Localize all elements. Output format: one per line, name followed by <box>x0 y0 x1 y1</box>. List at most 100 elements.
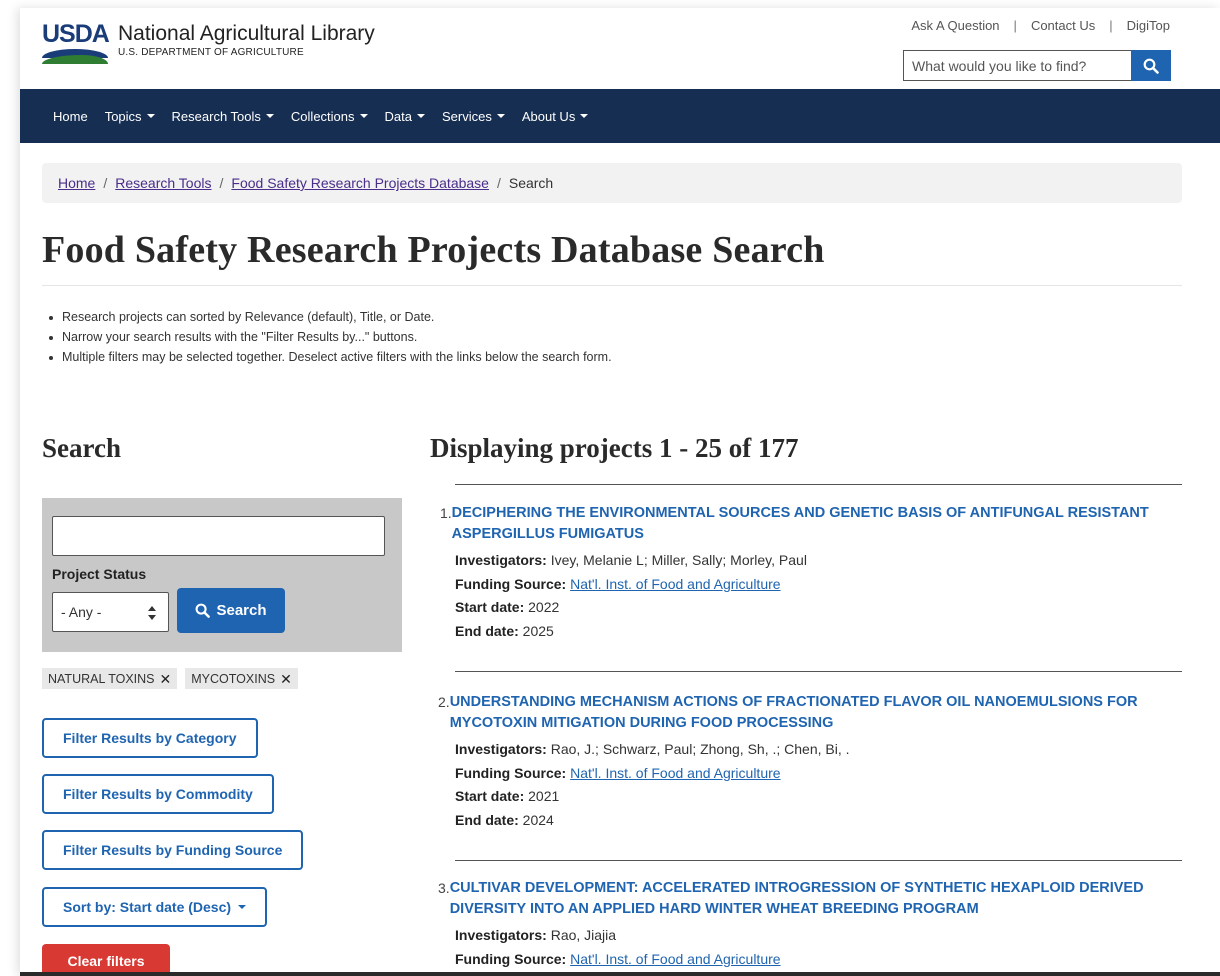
result-title-link[interactable]: Understanding Mechanism Actions of Fract… <box>450 692 1168 734</box>
caret-down-icon <box>146 114 155 118</box>
chip-label: NATURAL TOXINS <box>48 671 155 686</box>
end-date-value: 2024 <box>522 811 554 828</box>
result-item: 3. Cultivar Development: Accelerated Int… <box>438 878 1168 971</box>
result-item: 2. Understanding Mechanism Actions of Fr… <box>438 692 1168 832</box>
breadcrumb-separator: / <box>103 175 108 191</box>
result-number: 1. <box>439 505 452 521</box>
filter-by-funding-source-button[interactable]: Filter Results by Funding Source <box>42 830 304 870</box>
breadcrumb-database[interactable]: Food Safety Research Projects Database <box>231 175 489 191</box>
investigators-value: Rao, J.; Schwarz, Paul; Zhong, Sh, .; Ch… <box>550 741 850 757</box>
nav-label: About Us <box>521 108 576 124</box>
end-date-value: 2025 <box>522 622 554 639</box>
breadcrumb: Home / Research Tools / Food Safety Rese… <box>42 163 1182 203</box>
nav-about-us[interactable]: About Us <box>521 108 589 124</box>
divider: | <box>1109 18 1113 33</box>
contact-us-link[interactable]: Contact Us <box>1031 18 1095 33</box>
keyword-input[interactable] <box>52 516 385 556</box>
instruction-item: Research projects can sorted by Relevanc… <box>48 310 612 324</box>
main-nav: Home Topics Research Tools Collections D… <box>20 89 1220 143</box>
breadcrumb-separator: / <box>496 175 501 191</box>
result-number: 2. <box>438 694 450 710</box>
investigators-value: Ivey, Melanie L; Miller, Sally; Morley, … <box>550 552 807 568</box>
utility-links: Ask A Question | Contact Us | DigiTop <box>911 18 1170 33</box>
result-title-link[interactable]: Deciphering the Environmental Sources an… <box>452 503 1168 545</box>
investigators-label: Investigators: <box>455 927 547 943</box>
sort-by-dropdown[interactable]: Sort by: Start date (Desc) <box>42 887 268 927</box>
nav-data[interactable]: Data <box>385 109 425 124</box>
funding-label: Funding Source: <box>455 764 567 781</box>
divider <box>455 860 1182 861</box>
funding-source-link[interactable]: Nat'l. Inst. of Food and Agriculture <box>570 951 780 967</box>
instruction-item: Multiple filters may be selected togethe… <box>48 350 612 364</box>
divider <box>455 671 1182 672</box>
filter-by-commodity-button[interactable]: Filter Results by Commodity <box>42 774 274 814</box>
chip-label: MYCOTOXINS <box>191 671 276 686</box>
site-search-button[interactable] <box>1131 50 1171 81</box>
breadcrumb-home[interactable]: Home <box>58 175 95 191</box>
nav-services[interactable]: Services <box>442 109 505 124</box>
caret-down-icon <box>496 114 505 118</box>
site-title: National Agricultural Library <box>118 22 375 45</box>
site-search <box>903 50 1171 81</box>
caret-down-icon <box>580 114 589 118</box>
ask-a-question-link[interactable]: Ask A Question <box>911 18 999 33</box>
caret-down-icon <box>238 905 247 909</box>
result-title-link[interactable]: Cultivar Development: Accelerated Introg… <box>450 878 1168 920</box>
sort-label: Sort by: Start date (Desc) <box>63 899 232 915</box>
filter-chip-natural-toxins[interactable]: NATURAL TOXINS ✕ <box>42 668 178 689</box>
nal-logo[interactable]: USDA National Agricultural Library U.S. … <box>42 22 375 66</box>
select-value: - Any - <box>61 604 102 620</box>
funding-source-link[interactable]: Nat'l. Inst. of Food and Agriculture <box>570 765 780 781</box>
start-date-value: 2022 <box>528 599 560 615</box>
nav-label: Services <box>441 108 492 124</box>
nav-label: Home <box>53 108 88 124</box>
breadcrumb-separator: / <box>219 175 224 191</box>
filter-chip-mycotoxins[interactable]: MYCOTOXINS ✕ <box>185 668 298 689</box>
funding-source-link[interactable]: Nat'l. Inst. of Food and Agriculture <box>570 576 780 592</box>
result-number: 3. <box>438 880 450 896</box>
site-subtitle: U.S. DEPARTMENT OF AGRICULTURE <box>118 47 304 58</box>
caret-down-icon <box>265 114 274 118</box>
nav-home[interactable]: Home <box>53 109 88 124</box>
search-heading: Search <box>42 433 121 463</box>
nav-label: Data <box>384 108 412 124</box>
instruction-item: Narrow your search results with the "Fil… <box>48 330 612 344</box>
project-status-select[interactable]: - Any - <box>52 592 169 632</box>
divider <box>455 484 1182 485</box>
investigators-label: Investigators: <box>455 741 547 757</box>
site-header: USDA National Agricultural Library U.S. … <box>20 8 1220 89</box>
digitop-link[interactable]: DigiTop <box>1127 18 1170 33</box>
nav-topics[interactable]: Topics <box>105 109 155 124</box>
remove-filter-icon[interactable]: ✕ <box>160 672 172 686</box>
site-search-input[interactable] <box>903 50 1131 81</box>
active-filters: NATURAL TOXINS ✕ MYCOTOXINS ✕ <box>42 668 298 689</box>
usda-logo-icon: USDA <box>42 20 110 66</box>
search-button[interactable]: Search <box>177 588 285 633</box>
browser-page: USDA National Agricultural Library U.S. … <box>20 8 1220 976</box>
result-item: 1. Deciphering the Environmental Sources… <box>438 503 1168 643</box>
breadcrumb-research-tools[interactable]: Research Tools <box>115 175 211 191</box>
end-date-label: End date: <box>455 622 519 639</box>
sort-arrows-icon <box>148 606 156 620</box>
end-date-label: End date: <box>455 811 519 828</box>
taskbar-edge <box>20 972 1220 976</box>
breadcrumb-current: Search <box>508 175 554 191</box>
nav-label: Topics <box>104 108 142 124</box>
caret-down-icon <box>359 114 368 118</box>
divider: | <box>1013 18 1017 33</box>
divider <box>42 285 1182 286</box>
results-heading: Displaying projects 1 - 25 of 177 <box>430 433 799 463</box>
caret-down-icon <box>416 114 425 118</box>
start-date-value: 2021 <box>528 788 560 804</box>
search-icon <box>196 603 211 618</box>
usda-wordmark: USDA <box>42 20 110 48</box>
search-button-label: Search <box>216 602 267 619</box>
nav-label: Research Tools <box>171 108 261 124</box>
nav-collections[interactable]: Collections <box>291 109 368 124</box>
investigators-label: Investigators: <box>455 552 547 568</box>
filter-by-category-button[interactable]: Filter Results by Category <box>42 718 258 758</box>
search-icon <box>1143 58 1159 74</box>
investigators-value: Rao, Jiajia <box>550 927 617 943</box>
remove-filter-icon[interactable]: ✕ <box>280 672 292 686</box>
nav-research-tools[interactable]: Research Tools <box>172 109 274 124</box>
